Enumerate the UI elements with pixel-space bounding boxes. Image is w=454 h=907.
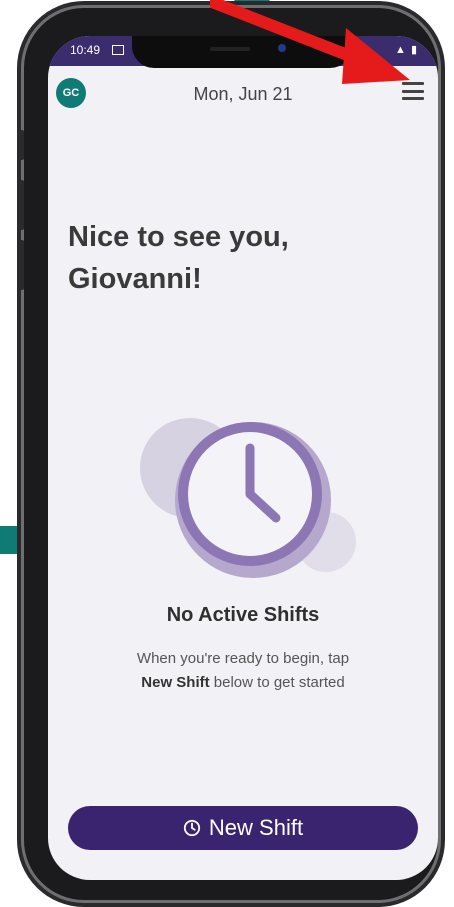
greeting-heading: Nice to see you, Giovanni!: [68, 216, 368, 300]
teal-bar-decoration: [0, 526, 24, 554]
clock-icon: [140, 418, 356, 578]
status-time: 10:49: [70, 43, 101, 57]
phone-side-button: [20, 130, 24, 160]
new-shift-label: New Shift: [208, 815, 304, 840]
new-shift-button[interactable]: New Shift: [68, 806, 418, 850]
greeting-line-2: Giovanni!: [68, 263, 202, 296]
image-icon: [112, 45, 124, 55]
empty-state-line-2-rest: below to get started: [209, 674, 345, 691]
clock-illustration: [136, 404, 356, 584]
empty-state-line-2: New Shift below to get started: [48, 674, 438, 691]
menu-line: [402, 97, 424, 100]
phone-volume-down-button: [20, 240, 24, 290]
empty-state-title: No Active Shifts: [166, 604, 320, 626]
clock-icon: [183, 819, 201, 837]
new-shift-emphasis: New Shift: [141, 674, 210, 691]
empty-state-line-1: When you're ready to begin, tap: [136, 650, 350, 667]
greeting-line-1: Nice to see you,: [68, 221, 289, 253]
app-screen: 10:49 ▲ ▮ GC Mon, Jun 21 Nice to see you…: [48, 36, 438, 880]
phone-volume-up-button: [20, 180, 24, 230]
red-arrow-annotation: [210, 0, 410, 84]
